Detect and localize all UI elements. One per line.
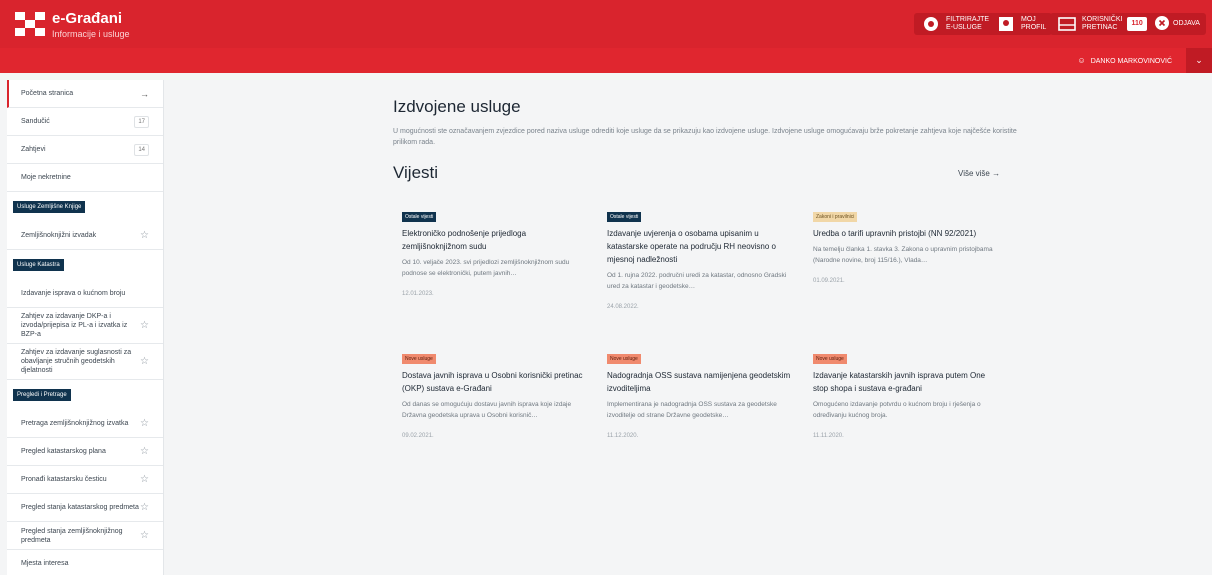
chevron-down-icon[interactable]: ⌄: [1186, 48, 1212, 73]
news-tag: Ostale vijesti: [402, 212, 437, 222]
news-card-description: Od 1. rujna 2022. područni uredi za kata…: [607, 272, 787, 290]
star-icon[interactable]: ☆: [140, 530, 149, 541]
arrow-right-icon: →: [140, 88, 149, 99]
sidebar-item-geodetic-consent-request[interactable]: Zahtjev za izdavanje suglasnosti za obav…: [7, 344, 163, 380]
count-badge: 17: [134, 115, 149, 128]
news-card-date: 11.12.2020.: [607, 433, 639, 439]
sidebar-item-find-parcel[interactable]: Pronađi katastarsku česticu ☆: [7, 466, 163, 494]
sidebar-item-label: Pregled stanja zemljišnoknjižnog predmet…: [21, 527, 123, 544]
star-icon[interactable]: ☆: [140, 418, 149, 429]
brand-subtitle: Informacije i usluge: [52, 29, 130, 39]
sidebar-item-label: Zemljišnoknjižni izvadak: [21, 232, 97, 239]
e-gradjani-logo[interactable]: [15, 12, 45, 37]
news-card-title[interactable]: Uredba o tarifi upravnih pristojbi (NN 9…: [813, 227, 999, 240]
user-icon: ☺: [1077, 56, 1086, 65]
sidebar-item-label: Pronađi katastarsku česticu: [21, 476, 107, 483]
news-card[interactable]: Nove usluge Dostava javnih isprava u Oso…: [402, 347, 588, 439]
my-profile-button[interactable]: MOJ PROFIL: [989, 13, 1053, 35]
news-card-title[interactable]: Izdavanje katastarskih javnih isprava pu…: [813, 369, 999, 395]
news-card-description: Na temelju članka 1. stavka 3. Zakona o …: [813, 246, 993, 264]
logout-label: ODJAVA: [1173, 20, 1200, 27]
news-tag: Nove usluge: [813, 354, 847, 364]
sidebar-item-home[interactable]: Početna stranica →: [7, 80, 163, 108]
news-card-title[interactable]: Elektroničko podnošenje prijedloga zemlj…: [402, 227, 588, 253]
inbox-icon: [1056, 16, 1078, 32]
filter-services-button[interactable]: FILTRIRAJTE E-USLUGE: [914, 13, 996, 35]
inbox-count-badge: 110: [1127, 17, 1147, 31]
count-badge: 14: [134, 143, 149, 156]
section-heading-cadastre: Usluge Katastra: [7, 250, 163, 280]
sidebar-item-label: Pregled katastarskog plana: [21, 448, 106, 455]
news-card-title[interactable]: Dostava javnih isprava u Osobni korisnič…: [402, 369, 588, 395]
sidebar-item-label: Mjesta interesa: [21, 560, 69, 567]
sidebar-item-requests[interactable]: Zahtjevi 14: [7, 136, 163, 164]
sidebar-item-points-of-interest[interactable]: Mjesta interesa: [7, 550, 163, 575]
news-card-title[interactable]: Nadogradnja OSS sustava namijenjena geod…: [607, 369, 793, 395]
user-bar: ☺ DANKO MARKOVINOVIĆ ⌄: [0, 48, 1212, 73]
sidebar-item-label: Moje nekretnine: [21, 174, 71, 181]
profile-icon: [995, 16, 1017, 32]
featured-services-title: Izdvojene usluge: [393, 97, 521, 116]
filter-icon: [920, 16, 942, 32]
star-icon[interactable]: ☆: [140, 230, 149, 241]
inbox-button[interactable]: KORISNIČKI PRETINAC 110: [1050, 13, 1153, 35]
see-more-link[interactable]: Više više →: [958, 169, 1000, 178]
sidebar-item-cadastral-plan[interactable]: Pregled katastarskog plana ☆: [7, 438, 163, 466]
section-heading-views-searches: Pregledi i Pretrage: [7, 380, 163, 410]
sidebar-item-label: Pregled stanja katastarskog predmeta: [21, 504, 139, 511]
news-tag: Zakoni i pravilnici: [813, 212, 858, 222]
user-menu[interactable]: ☺ DANKO MARKOVINOVIĆ: [1078, 56, 1172, 65]
my-profile-label: MOJ PROFIL: [1021, 16, 1047, 31]
news-card[interactable]: Nove usluge Nadogradnja OSS sustava nami…: [607, 347, 793, 439]
top-header: e-Građani Informacije i usluge FILTRIRAJ…: [0, 0, 1212, 48]
news-card-date: 12.01.2023.: [402, 291, 434, 297]
news-title: Vijesti: [393, 163, 439, 182]
news-card[interactable]: Zakoni i pravilnici Uredba o tarifi upra…: [813, 205, 999, 284]
sidebar-item-label: Zahtjevi: [21, 146, 46, 153]
brand-title[interactable]: e-Građani: [52, 10, 122, 27]
inbox-label: KORISNIČKI PRETINAC: [1082, 16, 1123, 31]
news-card-date: 11.11.2020.: [813, 433, 844, 439]
sidebar-item-label: Početna stranica: [21, 90, 74, 97]
star-icon[interactable]: ☆: [140, 446, 149, 457]
sidebar-item-cadastral-case-status[interactable]: Pregled stanja katastarskog predmeta ☆: [7, 494, 163, 522]
sidebar-item-search-land-extract[interactable]: Pretraga zemljišnoknjižnog izvatka ☆: [7, 410, 163, 438]
sidebar-item-land-case-status[interactable]: Pregled stanja zemljišnoknjižnog predmet…: [7, 522, 163, 550]
sidebar-item-my-properties[interactable]: Moje nekretnine: [7, 164, 163, 192]
news-card-date: 24.08.2022.: [607, 304, 639, 310]
star-icon[interactable]: ☆: [140, 474, 149, 485]
sidebar-item-land-registry-extract[interactable]: Zemljišnoknjižni izvadak ☆: [7, 222, 163, 250]
sidebar-item-label: Zahtjev za izdavanje suglasnosti za obav…: [21, 349, 132, 374]
news-card-description: Od danas se omogućuju dostavu javnih isp…: [402, 401, 572, 419]
news-card[interactable]: Nove usluge Izdavanje katastarskih javni…: [813, 347, 999, 439]
news-card-title[interactable]: Izdavanje uvjerenja o osobama upisanim u…: [607, 227, 793, 266]
featured-services-description: U mogućnosti ste označavanjem zvjezdice …: [393, 128, 1017, 146]
news-tag: Nove usluge: [402, 354, 436, 364]
news-tag: Nove usluge: [607, 354, 641, 364]
sidebar-item-label: Zahtjev za izdavanje DKP-a i izvoda/prij…: [21, 313, 128, 338]
user-name: DANKO MARKOVINOVIĆ: [1090, 58, 1172, 65]
sidebar-item-dkp-request[interactable]: Zahtjev za izdavanje DKP-a i izvoda/prij…: [7, 308, 163, 344]
sidebar-item-label: Pretraga zemljišnoknjižnog izvatka: [21, 420, 129, 427]
close-circle-icon: [1155, 16, 1169, 32]
sidebar-item-label: Sandučić: [21, 118, 50, 125]
star-icon[interactable]: ☆: [140, 320, 149, 331]
sidebar: Početna stranica → Sandučić 17 Zahtjevi …: [7, 80, 164, 575]
logout-button[interactable]: ODJAVA: [1149, 13, 1206, 35]
news-card[interactable]: Ostale vijesti Elektroničko podnošenje p…: [402, 205, 588, 297]
star-icon[interactable]: ☆: [140, 356, 149, 367]
star-icon[interactable]: ☆: [140, 502, 149, 513]
section-heading-land-registry: Usluge Zemljišne Knjige: [7, 192, 163, 222]
news-tag: Ostale vijesti: [607, 212, 642, 222]
news-card-description: Od 10. veljače 2023. svi prijedlozi zeml…: [402, 259, 570, 277]
news-card-description: Implementirana je nadogradnja OSS sustav…: [607, 401, 777, 419]
news-card-description: Omogućeno izdavanje potvrdu o kućnom bro…: [813, 401, 981, 419]
filter-services-label: FILTRIRAJTE E-USLUGE: [946, 16, 990, 31]
news-card[interactable]: Ostale vijesti Izdavanje uvjerenja o oso…: [607, 205, 793, 310]
sidebar-item-house-number-documents[interactable]: Izdavanje isprava o kućnom broju: [7, 280, 163, 308]
sidebar-item-mailbox[interactable]: Sandučić 17: [7, 108, 163, 136]
news-card-date: 01.09.2021.: [813, 278, 845, 284]
news-card-date: 09.02.2021.: [402, 433, 434, 439]
sidebar-item-label: Izdavanje isprava o kućnom broju: [21, 290, 126, 297]
